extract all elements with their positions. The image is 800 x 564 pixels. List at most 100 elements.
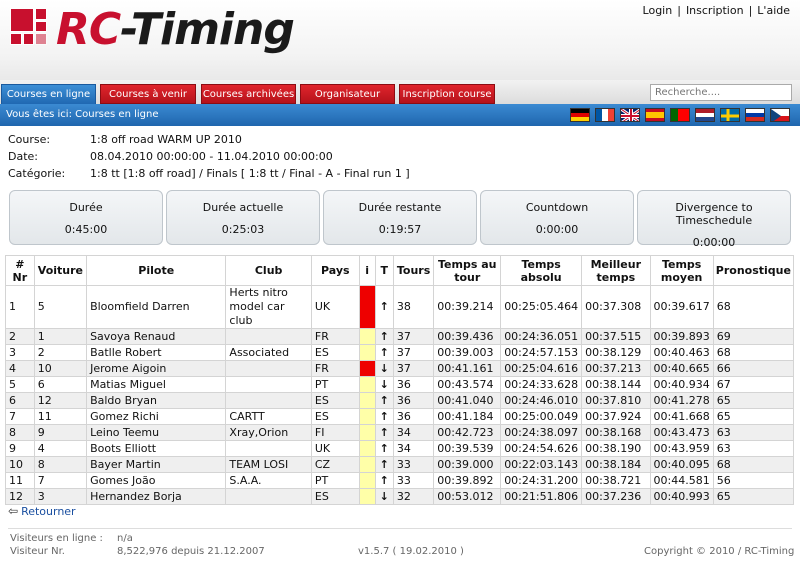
status-indicator <box>358 488 376 505</box>
help-link[interactable]: L'aide <box>757 4 790 17</box>
timer-divergence: Divergence to Timeschedule 0:00:00 <box>637 190 791 249</box>
flag-cz-icon[interactable] <box>770 108 790 122</box>
col-header-meilleur-temps[interactable]: Meilleur temps <box>581 255 651 286</box>
cell-car-number: 9 <box>33 424 88 441</box>
cell-laps: 34 <box>392 424 435 441</box>
flag-sv-icon[interactable] <box>720 108 740 122</box>
cell-absolute-time: 00:25:04.616 <box>500 360 583 377</box>
cell-best-time: 00:38.721 <box>581 472 651 489</box>
cell-car-number: 4 <box>33 440 88 457</box>
cell-country: CZ <box>310 456 360 473</box>
cell-laps: 32 <box>392 488 435 505</box>
cell-absolute-time: 00:24:54.626 <box>500 440 583 457</box>
register-link[interactable]: Inscription <box>686 4 744 17</box>
cell-prognosis: 63 <box>712 424 795 441</box>
timer-value: 0:19:57 <box>378 223 422 236</box>
tab-organisateur[interactable]: Organisateur <box>300 84 395 104</box>
version-text: v1.5.7 ( 19.02.2010 ) <box>358 546 464 557</box>
col-header-temps-absolu[interactable]: Temps absolu <box>500 255 583 286</box>
flag-ru-icon[interactable] <box>745 108 765 122</box>
status-indicator <box>358 344 376 361</box>
col-header-trend[interactable]: T <box>374 255 394 286</box>
table-row: 10 8 Bayer Martin TEAM LOSI CZ ↑ 33 00:39.000 00… <box>5 456 795 473</box>
cell-lap-time: 00:43.574 <box>433 376 502 393</box>
cell-laps: 33 <box>392 472 435 489</box>
cell-car-number: 12 <box>33 392 88 409</box>
flag-en-icon[interactable] <box>620 108 640 122</box>
col-header-club[interactable]: Club <box>225 255 312 286</box>
timer-duree: Durée 0:45:00 <box>9 190 163 245</box>
cell-best-time: 00:37.236 <box>581 488 651 505</box>
flag-de-icon[interactable] <box>570 108 590 122</box>
tab-courses-en-ligne[interactable]: Courses en ligne <box>1 84 96 105</box>
cell-position: 11 <box>5 472 35 489</box>
col-header-temps-moyen[interactable]: Temps moyen <box>649 255 714 286</box>
cell-country: FI <box>310 424 360 441</box>
cell-position: 1 <box>5 285 35 329</box>
timer-duree-actuelle: Durée actuelle 0:25:03 <box>166 190 320 245</box>
cell-car-number: 10 <box>33 360 88 377</box>
flag-es-icon[interactable] <box>645 108 665 122</box>
cell-absolute-time: 00:24:31.200 <box>500 472 583 489</box>
logo[interactable]: RC-Timing <box>56 2 295 58</box>
cell-laps: 37 <box>392 328 435 345</box>
col-header-pays[interactable]: Pays <box>310 255 360 286</box>
cell-club: TEAM LOSI <box>225 456 312 473</box>
cell-prognosis: 68 <box>712 456 795 473</box>
timer-label: Durée <box>69 201 103 214</box>
tab-courses-archivees[interactable]: Courses archivées <box>201 84 296 104</box>
status-indicator <box>358 392 376 409</box>
timer-countdown: Countdown 0:00:00 <box>480 190 634 245</box>
search-input[interactable] <box>650 84 792 101</box>
status-indicator <box>358 376 376 393</box>
col-header-nr[interactable]: # Nr <box>5 255 35 286</box>
cell-average-time: 00:43.959 <box>649 440 714 457</box>
cell-prognosis: 67 <box>712 376 795 393</box>
col-header-info[interactable]: i <box>358 255 376 286</box>
cell-laps: 33 <box>392 456 435 473</box>
cell-lap-time: 00:39.003 <box>433 344 502 361</box>
cell-absolute-time: 00:25:00.049 <box>500 408 583 425</box>
cell-prognosis: 68 <box>712 285 795 329</box>
cell-absolute-time: 00:24:36.051 <box>500 328 583 345</box>
col-header-tours[interactable]: Tours <box>392 255 435 286</box>
cell-club <box>225 376 312 393</box>
cell-average-time: 00:40.993 <box>649 488 714 505</box>
cell-laps: 36 <box>392 376 435 393</box>
table-row: 3 2 Batlle Robert Associated ES ↑ 37 00:39.003 0… <box>5 344 795 361</box>
col-header-pronostique[interactable]: Pronostique <box>712 255 795 286</box>
status-indicator <box>358 285 376 329</box>
flag-nl-icon[interactable] <box>695 108 715 122</box>
cell-country: ES <box>310 392 360 409</box>
table-row: 8 9 Leino Teemu Xray,Orion FI ↑ 34 00:42.723 00:… <box>5 424 795 441</box>
cell-club: CARTT <box>225 408 312 425</box>
trend-icon: ↓ <box>374 360 394 377</box>
cell-absolute-time: 00:25:05.464 <box>500 285 583 329</box>
col-header-temps-au-tour[interactable]: Temps au tour <box>433 255 502 286</box>
table-row: 2 1 Savoya Renaud FR ↑ 37 00:39.436 00:24:36.05… <box>5 328 795 345</box>
cell-position: 2 <box>5 328 35 345</box>
cell-club: Xray,Orion <box>225 424 312 441</box>
cell-prognosis: 63 <box>712 440 795 457</box>
course-label: Course: <box>8 133 51 146</box>
category-label: Catégorie: <box>8 167 66 180</box>
timer-value: 0:00:00 <box>692 236 736 249</box>
flag-pt-icon[interactable] <box>670 108 690 122</box>
cell-best-time: 00:37.515 <box>581 328 651 345</box>
flag-fr-icon[interactable] <box>595 108 615 122</box>
tab-courses-a-venir[interactable]: Courses à venir <box>100 84 196 104</box>
trend-icon: ↑ <box>374 424 394 441</box>
cell-country: PT <box>310 376 360 393</box>
tab-inscription-course[interactable]: Inscription course <box>399 84 495 104</box>
cell-laps: 34 <box>392 440 435 457</box>
back-link[interactable]: ⇦ Retourner <box>8 504 76 518</box>
category-value: 1:8 tt [1:8 off road] / Finals [ 1:8 tt … <box>90 167 410 180</box>
col-header-pilote[interactable]: Pilote <box>86 255 227 286</box>
cell-position: 6 <box>5 392 35 409</box>
login-link[interactable]: Login <box>643 4 673 17</box>
trend-icon: ↑ <box>374 328 394 345</box>
trend-icon: ↑ <box>374 408 394 425</box>
cell-driver: Bayer Martin <box>86 456 227 473</box>
col-header-voiture[interactable]: Voiture <box>33 255 88 286</box>
cell-club <box>225 392 312 409</box>
